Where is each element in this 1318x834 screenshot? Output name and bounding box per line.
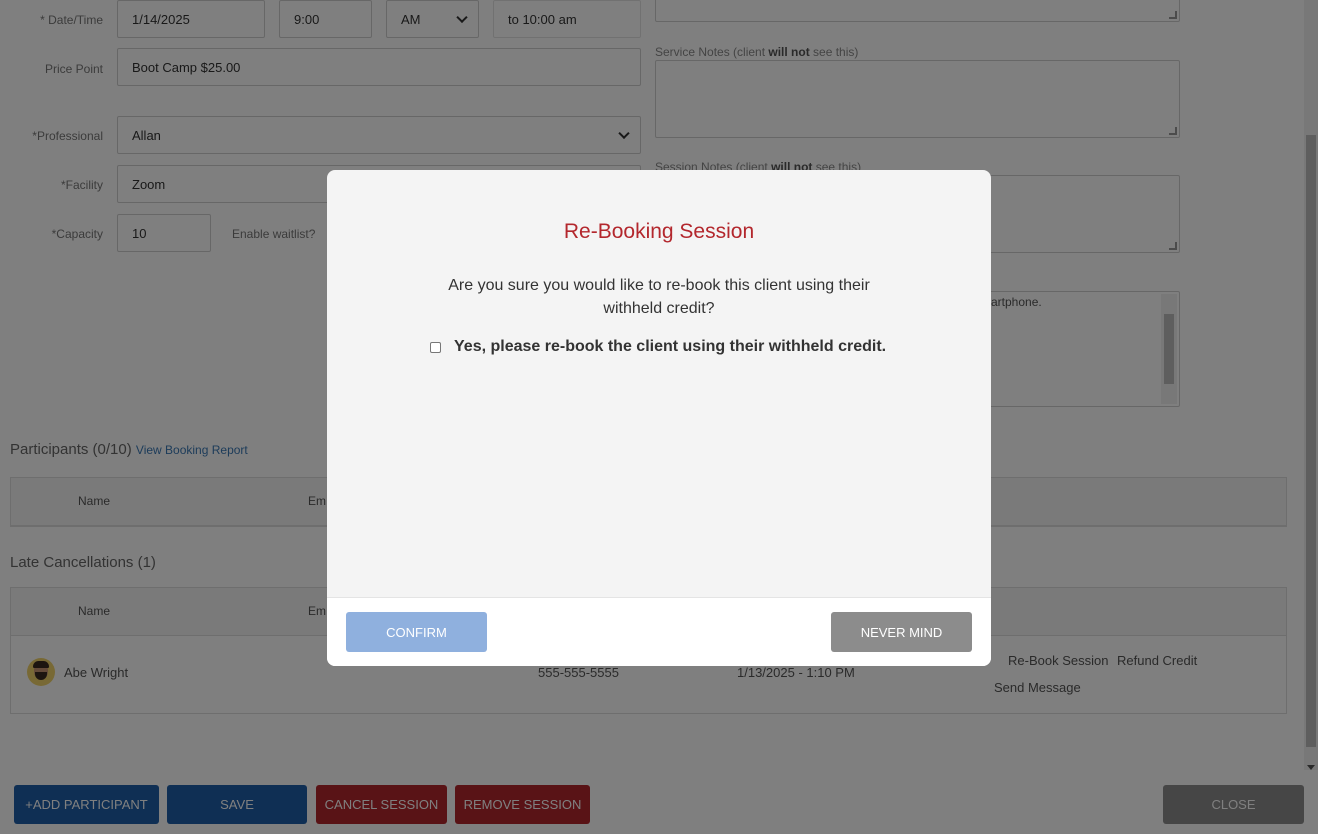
rebooking-modal: Re-Booking Session Are you sure you woul… <box>327 170 991 666</box>
rebook-confirm-label[interactable]: Yes, please re-book the client using the… <box>454 338 886 356</box>
never-mind-button[interactable]: NEVER MIND <box>831 612 972 652</box>
modal-message: Are you sure you would like to re-book t… <box>448 277 870 317</box>
rebook-confirm-checkbox-row[interactable]: Yes, please re-book the client using the… <box>430 338 886 356</box>
confirm-button[interactable]: CONFIRM <box>346 612 487 652</box>
rebook-confirm-checkbox[interactable] <box>430 341 441 353</box>
modal-title: Re-Booking Session <box>563 220 755 243</box>
modal-footer: CONFIRM NEVER MIND <box>327 597 991 666</box>
